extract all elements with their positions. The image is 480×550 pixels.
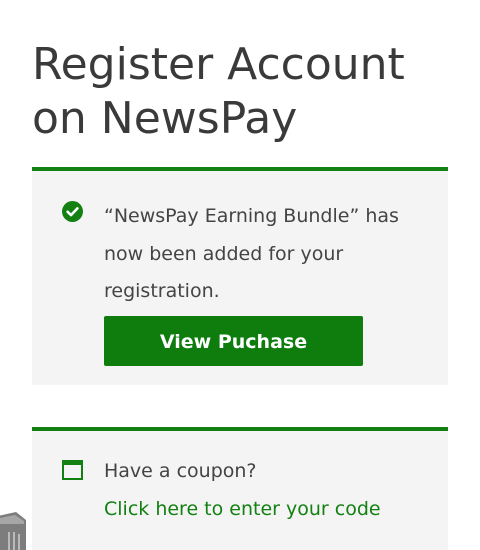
success-message: “NewsPay Earning Bundle” has now been ad… — [104, 205, 399, 302]
view-purchase-button[interactable]: View Puchase — [104, 316, 363, 366]
success-notice: “NewsPay Earning Bundle” has now been ad… — [32, 167, 448, 385]
enter-coupon-link[interactable]: Click here to enter your code — [104, 496, 381, 522]
page-title: Register Account on NewsPay — [32, 39, 405, 144]
page: Register Account on NewsPay “NewsPay Ear… — [0, 0, 480, 550]
coupon-question: Have a coupon? — [104, 460, 257, 482]
coupon-notice: Have a coupon? Click here to enter your … — [32, 427, 448, 550]
